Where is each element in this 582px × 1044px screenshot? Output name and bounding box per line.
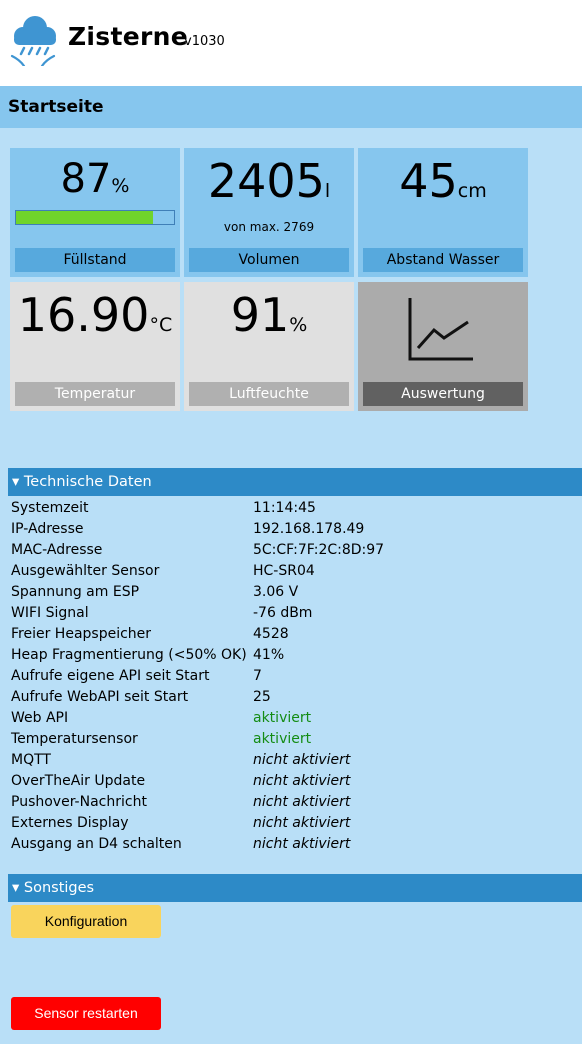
cloud-rain-icon (10, 16, 56, 66)
fill-level-value: 87% (10, 156, 180, 202)
temperature-number: 16.90 (17, 288, 150, 342)
tech-data-row: Temperatursensor aktiviert (11, 729, 571, 750)
tech-data-key: Spannung am ESP (11, 584, 140, 600)
tech-data-row: IP-Adresse 192.168.178.49 (11, 519, 571, 540)
tech-data-section-header[interactable]: ▾ Technische Daten (8, 468, 582, 496)
fill-level-unit: % (111, 175, 130, 197)
tech-data-value: 5C:CF:7F:2C:8D:97 (253, 542, 385, 558)
tile-humidity[interactable]: 91% Luftfeuchte (184, 282, 354, 411)
tech-data-row: Systemzeit 11:14:45 (11, 498, 571, 519)
tech-data-value: HC-SR04 (253, 563, 315, 579)
fill-level-label: Füllstand (15, 248, 175, 272)
tech-data-row: Spannung am ESP 3.06 V (11, 582, 571, 603)
tech-data-value: nicht aktiviert (253, 815, 351, 831)
volume-max-note: von max. 2769 (223, 220, 315, 234)
tile-analysis[interactable]: Auswertung (358, 282, 528, 411)
tech-data-value: 7 (253, 668, 262, 684)
tech-data-row: Web API aktiviert (11, 708, 571, 729)
humidity-unit: % (289, 314, 308, 336)
tech-data-value: 25 (253, 689, 271, 705)
tech-data-row: Aufrufe WebAPI seit Start 25 (11, 687, 571, 708)
tile-volume[interactable]: 2405l von max. 2769 Volumen (184, 148, 354, 277)
page-title: Startseite (8, 97, 104, 117)
fill-level-progress (15, 210, 175, 225)
tech-data-row: MQTT nicht aktiviert (11, 750, 571, 771)
tech-data-key: IP-Adresse (11, 521, 84, 537)
tech-data-row: Pushover-Nachricht nicht aktiviert (11, 792, 571, 813)
temperature-unit: °C (149, 314, 173, 336)
tech-data-key: Freier Heapspeicher (11, 626, 152, 642)
misc-section-header[interactable]: ▾ Sonstiges (8, 874, 582, 902)
tech-data-key: Systemzeit (11, 500, 89, 516)
distance-number: 45 (399, 154, 458, 208)
fill-level-number: 87 (60, 156, 112, 202)
tech-data-key: MQTT (11, 752, 51, 768)
humidity-number: 91 (230, 288, 290, 342)
distance-value: 45cm (358, 154, 528, 208)
tech-data-key: Ausgang an D4 schalten (11, 836, 182, 852)
tech-data-key: Externes Display (11, 815, 129, 831)
tech-data-value: nicht aktiviert (253, 794, 351, 810)
humidity-value: 91% (184, 288, 354, 342)
tech-data-value: 11:14:45 (253, 500, 316, 516)
line-chart-icon (408, 298, 473, 361)
tile-distance[interactable]: 45cm Abstand Wasser (358, 148, 528, 277)
tech-data-row: WIFI Signal -76 dBm (11, 603, 571, 624)
app-header: Zisterne v1030 (0, 0, 582, 86)
tech-data-value: aktiviert (253, 710, 312, 726)
app-title: Zisterne (68, 22, 188, 51)
tech-data-value: 41% (253, 647, 285, 663)
tech-data-key: Aufrufe eigene API seit Start (11, 668, 210, 684)
restart-sensor-button[interactable]: Sensor restarten (11, 997, 161, 1030)
tech-data-row: Ausgang an D4 schalten nicht aktiviert (11, 834, 571, 855)
distance-label: Abstand Wasser (363, 248, 523, 272)
page-title-bar: Startseite (0, 86, 582, 128)
tile-temperature[interactable]: 16.90°C Temperatur (10, 282, 180, 411)
tech-data-value: 192.168.178.49 (253, 521, 365, 537)
distance-unit: cm (457, 180, 487, 202)
tech-data-value: 4528 (253, 626, 289, 642)
analysis-label: Auswertung (363, 382, 523, 406)
tech-data-value: nicht aktiviert (253, 773, 351, 789)
volume-label: Volumen (189, 248, 349, 272)
tech-data-row: Aufrufe eigene API seit Start 7 (11, 666, 571, 687)
tech-data-value: nicht aktiviert (253, 752, 351, 768)
tech-data-row: Freier Heapspeicher 4528 (11, 624, 571, 645)
tech-data-row: MAC-Adresse 5C:CF:7F:2C:8D:97 (11, 540, 571, 561)
tech-data-value: aktiviert (253, 731, 312, 747)
temperature-value: 16.90°C (10, 288, 180, 342)
tech-data-key: OverTheAir Update (11, 773, 146, 789)
volume-unit: l (324, 180, 331, 202)
tile-fill-level[interactable]: 87% Füllstand (10, 148, 180, 277)
tech-data-row: Externes Display nicht aktiviert (11, 813, 571, 834)
volume-number: 2405 (207, 154, 325, 208)
humidity-label: Luftfeuchte (189, 382, 349, 406)
tech-data-row: Ausgewählter Sensor HC-SR04 (11, 561, 571, 582)
configuration-button[interactable]: Konfiguration (11, 905, 161, 938)
tech-data-key: Temperatursensor (11, 731, 138, 747)
tech-data-value: nicht aktiviert (253, 836, 351, 852)
tech-data-key: MAC-Adresse (11, 542, 103, 558)
volume-value: 2405l (184, 154, 354, 208)
tech-data-row: OverTheAir Update nicht aktiviert (11, 771, 571, 792)
tech-data-value: 3.06 V (253, 584, 299, 600)
tech-data-key: WIFI Signal (11, 605, 89, 621)
tech-data-key: Ausgewählter Sensor (11, 563, 160, 579)
fill-level-progress-fill (16, 211, 154, 224)
tech-data-key: Heap Fragmentierung (<50% OK) (11, 647, 247, 663)
tech-data-row: Heap Fragmentierung (<50% OK) 41% (11, 645, 571, 666)
tech-data-key: Pushover-Nachricht (11, 794, 147, 810)
app-version: v1030 (184, 34, 225, 49)
temperature-label: Temperatur (15, 382, 175, 406)
tech-data-key: Aufrufe WebAPI seit Start (11, 689, 189, 705)
tech-data-value: -76 dBm (253, 605, 313, 621)
tech-data-key: Web API (11, 710, 69, 726)
